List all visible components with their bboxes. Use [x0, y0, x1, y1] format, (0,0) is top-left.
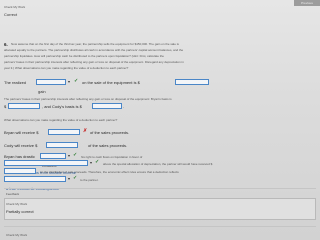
realized-gain-amount-input[interactable]: [175, 79, 209, 85]
question-number: 6.: [4, 42, 8, 47]
question-line-5: year 3.) What observations can you make …: [4, 66, 129, 70]
chevron-down-icon: ▾: [90, 160, 93, 165]
observations-heading: What observations can you make regarding…: [4, 118, 118, 122]
correct-check-icon: ✓: [74, 78, 79, 84]
question-line-1: Now assume that on the first day of the …: [11, 42, 179, 46]
incorrect-x-icon: ✗: [83, 128, 88, 134]
previous-button[interactable]: Previous: [294, 0, 320, 6]
bases-dollar: $: [4, 104, 7, 109]
feedback-box: [4, 198, 316, 220]
check-my-work-link-top[interactable]: Check My Work: [4, 5, 25, 9]
drastic-suffix: his right to cash flows on liquidation i…: [81, 155, 143, 159]
correct-check-icon: ✓: [95, 159, 100, 165]
chevron-down-icon: ▾: [68, 79, 71, 84]
correct-check-icon: ✓: [73, 175, 78, 181]
check-my-work-link-bottom[interactable]: Check My Work: [6, 202, 27, 206]
cody-proceeds-input[interactable]: [46, 142, 78, 148]
economic-consequence-dropdown[interactable]: a true economic consequence: [4, 176, 66, 191]
line-c-suffix: to the partner.: [80, 178, 99, 182]
bryan-receive-label: Bryan will receive $: [4, 130, 39, 135]
bryan-basis-input[interactable]: [8, 103, 40, 109]
cody-receive-suffix: of the sales proceeds.: [88, 143, 128, 148]
feedback-result-top: Correct: [4, 12, 18, 17]
chevron-down-icon: ▾: [68, 153, 71, 158]
bryan-proceeds-input[interactable]: [48, 129, 80, 135]
check-my-work-link-footer[interactable]: Check My Work: [6, 233, 27, 237]
bases-end: .: [123, 104, 125, 109]
question-line-2: allocated equally to the partners. The p…: [4, 48, 184, 52]
drastic-label: Bryan has drastic: [4, 154, 35, 159]
realized-suffix: on the sale of the equipment is $: [82, 80, 140, 85]
cody-basis-input[interactable]: [92, 103, 122, 109]
feedback-label: Feedback: [6, 192, 20, 196]
feedback-result-bottom: Partially correct: [6, 209, 34, 214]
current-deductions-dropdown[interactable]: current deductions from taxable income: [4, 160, 88, 175]
gain-or-loss-dropdown-value: gain: [38, 89, 46, 94]
line-a-suffix: above the special allocation of deprecia…: [103, 162, 213, 166]
would-have-received-input[interactable]: [4, 168, 36, 174]
bryan-receive-suffix: of the sales proceeds.: [90, 130, 130, 135]
divider: [4, 226, 316, 227]
realized-label: The realized: [4, 80, 27, 85]
bases-line-1: The partners' bases in their partnership…: [4, 97, 172, 101]
bases-mid: , and Cody's basis is $: [42, 104, 82, 109]
question-line-3: partnership liquidates. How will partner…: [4, 54, 164, 58]
question-line-4: partners' bases in their partnership int…: [4, 60, 184, 64]
gain-or-loss-dropdown[interactable]: gain: [36, 79, 66, 94]
reduced-dropdown[interactable]: reduced: [40, 153, 66, 168]
correct-check-icon: ✓: [73, 152, 78, 158]
cody-receive-label: Cody will receive $: [4, 143, 38, 148]
chevron-down-icon: ▾: [68, 176, 71, 181]
divider: [4, 188, 316, 189]
line-b-suffix: on the distribution of sale proceeds. Th…: [40, 170, 179, 174]
